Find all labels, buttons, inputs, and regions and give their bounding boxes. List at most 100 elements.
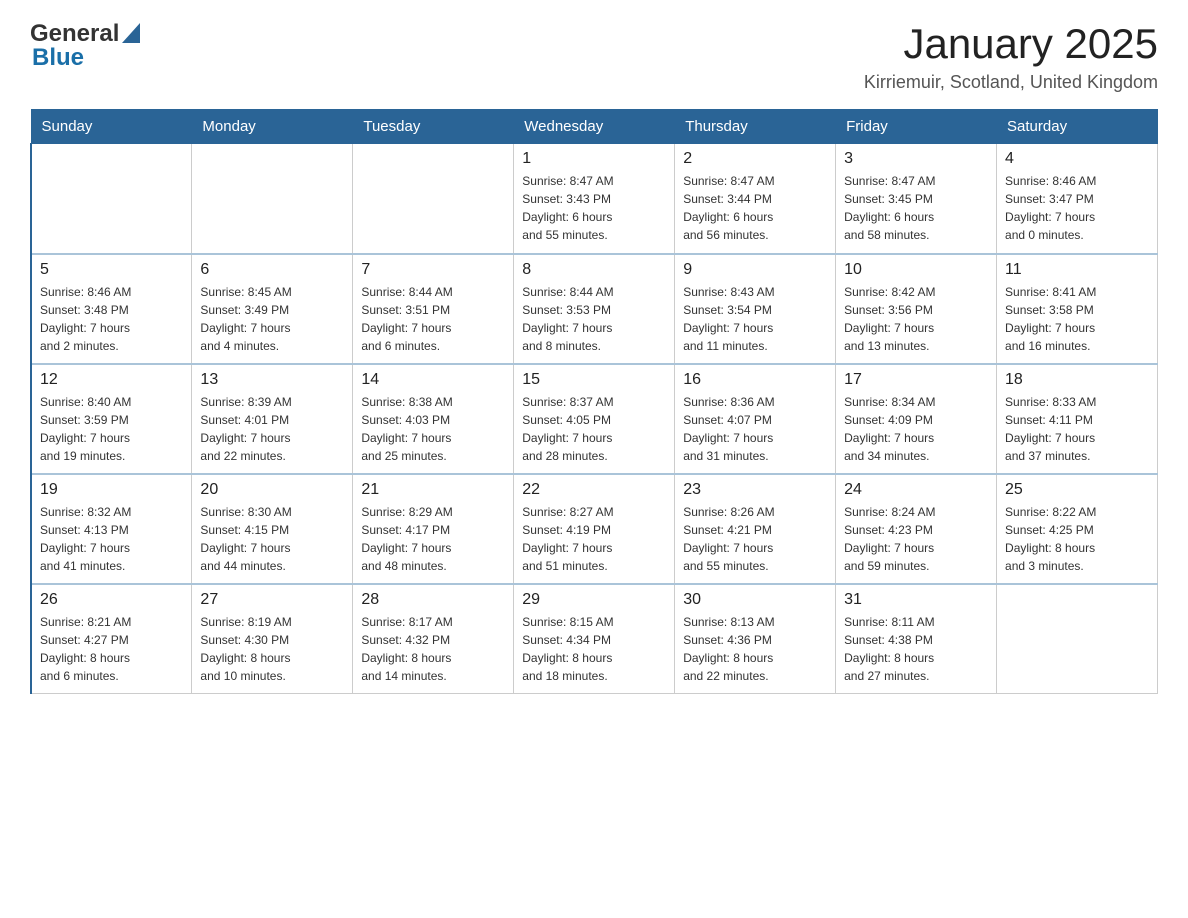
day-info: Sunrise: 8:24 AM Sunset: 4:23 PM Dayligh… xyxy=(844,503,988,575)
day-number: 7 xyxy=(361,261,505,279)
day-number: 24 xyxy=(844,481,988,499)
week-row-4: 19 Sunrise: 8:32 AM Sunset: 4:13 PM Dayli… xyxy=(31,474,1158,584)
day-info: Sunrise: 8:46 AM Sunset: 3:48 PM Dayligh… xyxy=(40,283,183,355)
day-cell: 10 Sunrise: 8:42 AM Sunset: 3:56 PM Dayli… xyxy=(836,254,997,364)
day-info: Sunrise: 8:13 AM Sunset: 4:36 PM Dayligh… xyxy=(683,613,827,685)
col-header-tuesday: Tuesday xyxy=(353,110,514,144)
day-info: Sunrise: 8:15 AM Sunset: 4:34 PM Dayligh… xyxy=(522,613,666,685)
day-number: 30 xyxy=(683,591,827,609)
calendar-title: January 2025 xyxy=(864,20,1158,68)
day-number: 27 xyxy=(200,591,344,609)
day-cell xyxy=(31,144,192,254)
day-number: 18 xyxy=(1005,371,1149,389)
day-cell: 18Sunrise: 8:33 AM Sunset: 4:11 PM Dayli… xyxy=(997,364,1158,474)
week-row-3: 12Sunrise: 8:40 AM Sunset: 3:59 PM Dayli… xyxy=(31,364,1158,474)
day-number: 22 xyxy=(522,481,666,499)
day-cell: 1Sunrise: 8:47 AM Sunset: 3:43 PM Daylig… xyxy=(514,144,675,254)
day-number: 2 xyxy=(683,150,827,168)
day-cell: 22 Sunrise: 8:27 AM Sunset: 4:19 PM Dayli… xyxy=(514,474,675,584)
day-cell xyxy=(192,144,353,254)
logo: General Blue xyxy=(30,20,140,72)
day-number: 13 xyxy=(200,371,344,389)
col-header-saturday: Saturday xyxy=(997,110,1158,144)
day-info: Sunrise: 8:42 AM Sunset: 3:56 PM Dayligh… xyxy=(844,283,988,355)
logo-blue-text: Blue xyxy=(32,44,84,72)
day-number: 26 xyxy=(40,591,183,609)
day-cell: 17Sunrise: 8:34 AM Sunset: 4:09 PM Dayli… xyxy=(836,364,997,474)
day-number: 28 xyxy=(361,591,505,609)
day-info: Sunrise: 8:44 AM Sunset: 3:51 PM Dayligh… xyxy=(361,283,505,355)
day-number: 10 xyxy=(844,261,988,279)
day-cell: 14 Sunrise: 8:38 AM Sunset: 4:03 PM Dayli… xyxy=(353,364,514,474)
calendar-subtitle: Kirriemuir, Scotland, United Kingdom xyxy=(864,72,1158,93)
day-number: 15 xyxy=(522,371,666,389)
day-number: 29 xyxy=(522,591,666,609)
day-cell: 21 Sunrise: 8:29 AM Sunset: 4:17 PM Dayli… xyxy=(353,474,514,584)
day-info: Sunrise: 8:47 AM Sunset: 3:43 PM Dayligh… xyxy=(522,172,666,244)
day-info: Sunrise: 8:38 AM Sunset: 4:03 PM Dayligh… xyxy=(361,393,505,465)
day-cell: 30 Sunrise: 8:13 AM Sunset: 4:36 PM Dayli… xyxy=(675,584,836,694)
day-info: Sunrise: 8:39 AM Sunset: 4:01 PM Dayligh… xyxy=(200,393,344,465)
day-info: Sunrise: 8:17 AM Sunset: 4:32 PM Dayligh… xyxy=(361,613,505,685)
day-cell: 13 Sunrise: 8:39 AM Sunset: 4:01 PM Dayli… xyxy=(192,364,353,474)
day-number: 25 xyxy=(1005,481,1149,499)
day-number: 3 xyxy=(844,150,988,168)
day-cell: 25 Sunrise: 8:22 AM Sunset: 4:25 PM Dayli… xyxy=(997,474,1158,584)
day-info: Sunrise: 8:27 AM Sunset: 4:19 PM Dayligh… xyxy=(522,503,666,575)
day-info: Sunrise: 8:30 AM Sunset: 4:15 PM Dayligh… xyxy=(200,503,344,575)
day-cell: 31Sunrise: 8:11 AM Sunset: 4:38 PM Dayli… xyxy=(836,584,997,694)
day-cell: 12Sunrise: 8:40 AM Sunset: 3:59 PM Dayli… xyxy=(31,364,192,474)
day-info: Sunrise: 8:44 AM Sunset: 3:53 PM Dayligh… xyxy=(522,283,666,355)
header-row: SundayMondayTuesdayWednesdayThursdayFrid… xyxy=(31,110,1158,144)
day-number: 19 xyxy=(40,481,183,499)
day-cell: 3 Sunrise: 8:47 AM Sunset: 3:45 PM Daylig… xyxy=(836,144,997,254)
day-cell xyxy=(997,584,1158,694)
day-cell xyxy=(353,144,514,254)
day-number: 16 xyxy=(683,371,827,389)
day-cell: 5Sunrise: 8:46 AM Sunset: 3:48 PM Daylig… xyxy=(31,254,192,364)
week-row-5: 26 Sunrise: 8:21 AM Sunset: 4:27 PM Dayli… xyxy=(31,584,1158,694)
col-header-monday: Monday xyxy=(192,110,353,144)
day-number: 17 xyxy=(844,371,988,389)
day-cell: 27 Sunrise: 8:19 AM Sunset: 4:30 PM Dayli… xyxy=(192,584,353,694)
col-header-thursday: Thursday xyxy=(675,110,836,144)
day-info: Sunrise: 8:46 AM Sunset: 3:47 PM Dayligh… xyxy=(1005,172,1149,244)
day-info: Sunrise: 8:11 AM Sunset: 4:38 PM Dayligh… xyxy=(844,613,988,685)
day-number: 12 xyxy=(40,371,183,389)
day-info: Sunrise: 8:29 AM Sunset: 4:17 PM Dayligh… xyxy=(361,503,505,575)
day-info: Sunrise: 8:32 AM Sunset: 4:13 PM Dayligh… xyxy=(40,503,183,575)
day-number: 11 xyxy=(1005,261,1149,279)
day-cell: 29 Sunrise: 8:15 AM Sunset: 4:34 PM Dayli… xyxy=(514,584,675,694)
day-info: Sunrise: 8:19 AM Sunset: 4:30 PM Dayligh… xyxy=(200,613,344,685)
week-row-1: 1Sunrise: 8:47 AM Sunset: 3:43 PM Daylig… xyxy=(31,144,1158,254)
day-number: 14 xyxy=(361,371,505,389)
day-info: Sunrise: 8:41 AM Sunset: 3:58 PM Dayligh… xyxy=(1005,283,1149,355)
day-cell: 20 Sunrise: 8:30 AM Sunset: 4:15 PM Dayli… xyxy=(192,474,353,584)
day-info: Sunrise: 8:36 AM Sunset: 4:07 PM Dayligh… xyxy=(683,393,827,465)
day-number: 20 xyxy=(200,481,344,499)
day-cell: 6 Sunrise: 8:45 AM Sunset: 3:49 PM Daylig… xyxy=(192,254,353,364)
day-cell: 7 Sunrise: 8:44 AM Sunset: 3:51 PM Daylig… xyxy=(353,254,514,364)
title-area: January 2025 Kirriemuir, Scotland, Unite… xyxy=(864,20,1158,93)
day-cell: 2 Sunrise: 8:47 AM Sunset: 3:44 PM Daylig… xyxy=(675,144,836,254)
day-number: 9 xyxy=(683,261,827,279)
day-cell: 19 Sunrise: 8:32 AM Sunset: 4:13 PM Dayli… xyxy=(31,474,192,584)
header: General Blue January 2025 Kirriemuir, Sc… xyxy=(30,20,1158,93)
day-info: Sunrise: 8:47 AM Sunset: 3:44 PM Dayligh… xyxy=(683,172,827,244)
day-cell: 28 Sunrise: 8:17 AM Sunset: 4:32 PM Dayli… xyxy=(353,584,514,694)
day-info: Sunrise: 8:22 AM Sunset: 4:25 PM Dayligh… xyxy=(1005,503,1149,575)
day-info: Sunrise: 8:26 AM Sunset: 4:21 PM Dayligh… xyxy=(683,503,827,575)
day-info: Sunrise: 8:47 AM Sunset: 3:45 PM Dayligh… xyxy=(844,172,988,244)
day-info: Sunrise: 8:37 AM Sunset: 4:05 PM Dayligh… xyxy=(522,393,666,465)
col-header-sunday: Sunday xyxy=(31,110,192,144)
day-cell: 26 Sunrise: 8:21 AM Sunset: 4:27 PM Dayli… xyxy=(31,584,192,694)
day-info: Sunrise: 8:21 AM Sunset: 4:27 PM Dayligh… xyxy=(40,613,183,685)
day-cell: 16 Sunrise: 8:36 AM Sunset: 4:07 PM Dayli… xyxy=(675,364,836,474)
day-number: 21 xyxy=(361,481,505,499)
day-number: 6 xyxy=(200,261,344,279)
day-cell: 15 Sunrise: 8:37 AM Sunset: 4:05 PM Dayli… xyxy=(514,364,675,474)
col-header-friday: Friday xyxy=(836,110,997,144)
day-info: Sunrise: 8:45 AM Sunset: 3:49 PM Dayligh… xyxy=(200,283,344,355)
calendar-table: SundayMondayTuesdayWednesdayThursdayFrid… xyxy=(30,109,1158,694)
day-cell: 9Sunrise: 8:43 AM Sunset: 3:54 PM Daylig… xyxy=(675,254,836,364)
